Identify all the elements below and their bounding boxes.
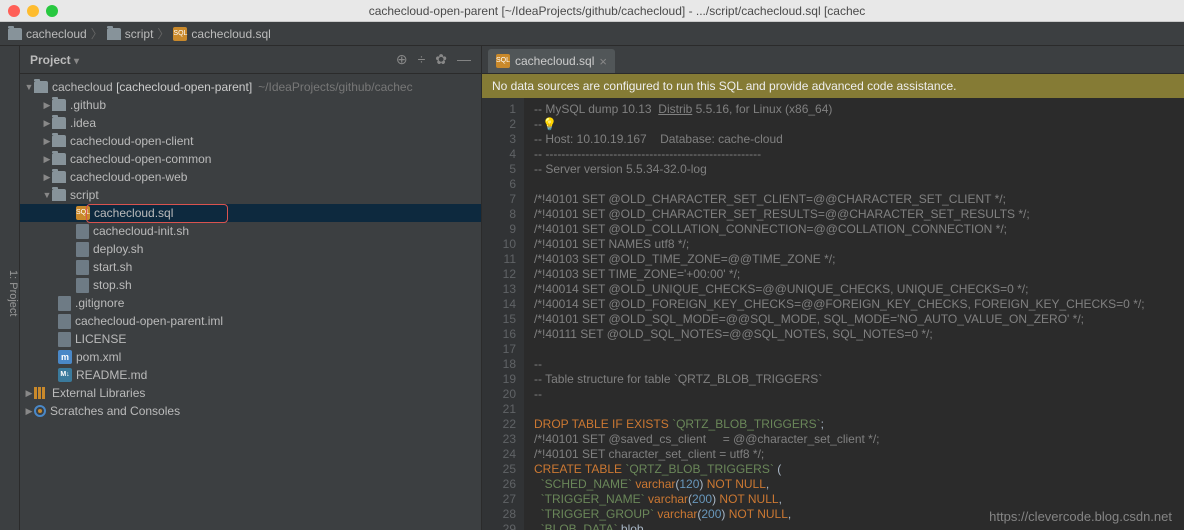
tree-row[interactable]: ▶cachecloud-open-web xyxy=(20,168,481,186)
watermark: https://clevercode.blog.csdn.net xyxy=(989,509,1172,524)
tree-row[interactable]: ▶.github xyxy=(20,96,481,114)
datasource-warning-banner[interactable]: No data sources are configured to run th… xyxy=(482,74,1184,98)
tree-row[interactable]: ▶.idea xyxy=(20,114,481,132)
window-title: cachecloud-open-parent [~/IdeaProjects/g… xyxy=(58,4,1176,18)
breadcrumb-item-project[interactable]: cachecloud xyxy=(8,27,87,41)
file-icon xyxy=(58,296,71,311)
editor-area: SQL cachecloud.sql × No data sources are… xyxy=(482,46,1184,530)
tree-row[interactable]: deploy.sh xyxy=(20,240,481,258)
folder-icon xyxy=(52,189,66,201)
traffic-lights xyxy=(8,5,58,17)
file-icon xyxy=(76,260,89,275)
project-tree[interactable]: ▼cachecloud [cachecloud-open-parent]~/Id… xyxy=(20,74,481,530)
file-icon xyxy=(76,224,89,239)
tree-row[interactable]: ▶Scratches and Consoles xyxy=(20,402,481,420)
folder-icon xyxy=(52,135,66,147)
project-panel: Project ▾ ⊕ ÷ ✿ — ▼cachecloud [cacheclou… xyxy=(20,46,482,530)
file-icon xyxy=(76,242,89,257)
window-titlebar: cachecloud-open-parent [~/IdeaProjects/g… xyxy=(0,0,1184,22)
folder-icon xyxy=(52,99,66,111)
locate-icon[interactable]: ⊕ xyxy=(396,51,408,68)
settings-icon[interactable]: ✿ xyxy=(435,51,447,68)
editor-tab-active[interactable]: SQL cachecloud.sql × xyxy=(488,49,615,73)
tree-row[interactable]: ▼script xyxy=(20,186,481,204)
breadcrumb-item-folder[interactable]: script xyxy=(107,27,154,41)
code-content[interactable]: -- MySQL dump 10.13 Distrib 5.5.16, for … xyxy=(524,98,1184,530)
sql-file-icon: SQL xyxy=(76,206,90,220)
file-icon xyxy=(58,332,71,347)
file-icon xyxy=(76,278,89,293)
sql-file-icon: SQL xyxy=(496,54,510,68)
editor-tabs: SQL cachecloud.sql × xyxy=(482,46,1184,74)
project-panel-title: Project ▾ xyxy=(30,53,396,67)
folder-icon xyxy=(52,117,66,129)
editor-tab-label: cachecloud.sql xyxy=(515,54,594,68)
tree-row[interactable]: ▶cachecloud-open-common xyxy=(20,150,481,168)
collapse-icon[interactable]: ÷ xyxy=(418,51,426,68)
folder-icon xyxy=(107,28,121,40)
tree-row[interactable]: stop.sh xyxy=(20,276,481,294)
folder-icon xyxy=(52,153,66,165)
tree-row[interactable]: ▼cachecloud [cachecloud-open-parent]~/Id… xyxy=(20,78,481,96)
sidebar-tab-project[interactable]: 1: Project xyxy=(0,46,20,530)
folder-icon xyxy=(8,28,22,40)
tree-row[interactable]: cachecloud-open-parent.iml xyxy=(20,312,481,330)
close-tab-icon[interactable]: × xyxy=(599,54,607,69)
tree-row[interactable]: mpom.xml xyxy=(20,348,481,366)
markdown-icon: M↓ xyxy=(58,368,72,382)
breadcrumb-item-file[interactable]: SQLcachecloud.sql xyxy=(173,27,270,41)
tree-row[interactable]: start.sh xyxy=(20,258,481,276)
tree-row[interactable]: LICENSE xyxy=(20,330,481,348)
library-icon xyxy=(34,387,48,399)
maven-icon: m xyxy=(58,350,72,364)
breadcrumb: cachecloud 〉 script 〉 SQLcachecloud.sql xyxy=(0,22,1184,46)
code-area[interactable]: 1234567891011121314151617181920212223242… xyxy=(482,98,1184,530)
hide-icon[interactable]: — xyxy=(457,51,471,68)
folder-icon xyxy=(34,81,48,93)
breadcrumb-separator: 〉 xyxy=(91,25,103,42)
project-panel-header: Project ▾ ⊕ ÷ ✿ — xyxy=(20,46,481,74)
scratches-icon xyxy=(34,405,46,417)
line-gutter: 1234567891011121314151617181920212223242… xyxy=(482,98,524,530)
tree-row[interactable]: .gitignore xyxy=(20,294,481,312)
folder-icon xyxy=(52,171,66,183)
file-icon xyxy=(58,314,71,329)
minimize-window-button[interactable] xyxy=(27,5,39,17)
breadcrumb-separator: 〉 xyxy=(157,25,169,42)
tree-row[interactable]: ▶External Libraries xyxy=(20,384,481,402)
tree-row[interactable]: M↓README.md xyxy=(20,366,481,384)
tree-row[interactable]: cachecloud-init.sh xyxy=(20,222,481,240)
maximize-window-button[interactable] xyxy=(46,5,58,17)
tree-row[interactable]: ▶cachecloud-open-client xyxy=(20,132,481,150)
sql-file-icon: SQL xyxy=(173,27,187,41)
tree-row[interactable]: SQLcachecloud.sql xyxy=(20,204,481,222)
close-window-button[interactable] xyxy=(8,5,20,17)
